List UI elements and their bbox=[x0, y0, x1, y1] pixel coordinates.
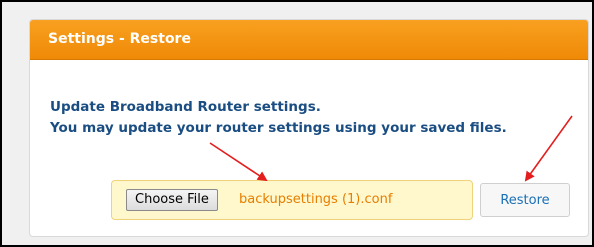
file-picker: Choose File backupsettings (1).conf bbox=[111, 180, 473, 220]
choose-file-button[interactable]: Choose File bbox=[126, 189, 218, 211]
restore-button[interactable]: Restore bbox=[480, 183, 570, 217]
panel-title: Settings - Restore bbox=[48, 31, 191, 47]
description-line-2: You may update your router settings usin… bbox=[50, 120, 507, 136]
selected-file-name: backupsettings (1).conf bbox=[239, 192, 393, 207]
settings-restore-panel: Settings - Restore Update Broadband Rout… bbox=[29, 19, 589, 237]
panel-header: Settings - Restore bbox=[30, 20, 588, 60]
screenshot-frame: Settings - Restore Update Broadband Rout… bbox=[0, 0, 594, 247]
description-line-1: Update Broadband Router settings. bbox=[50, 99, 321, 115]
